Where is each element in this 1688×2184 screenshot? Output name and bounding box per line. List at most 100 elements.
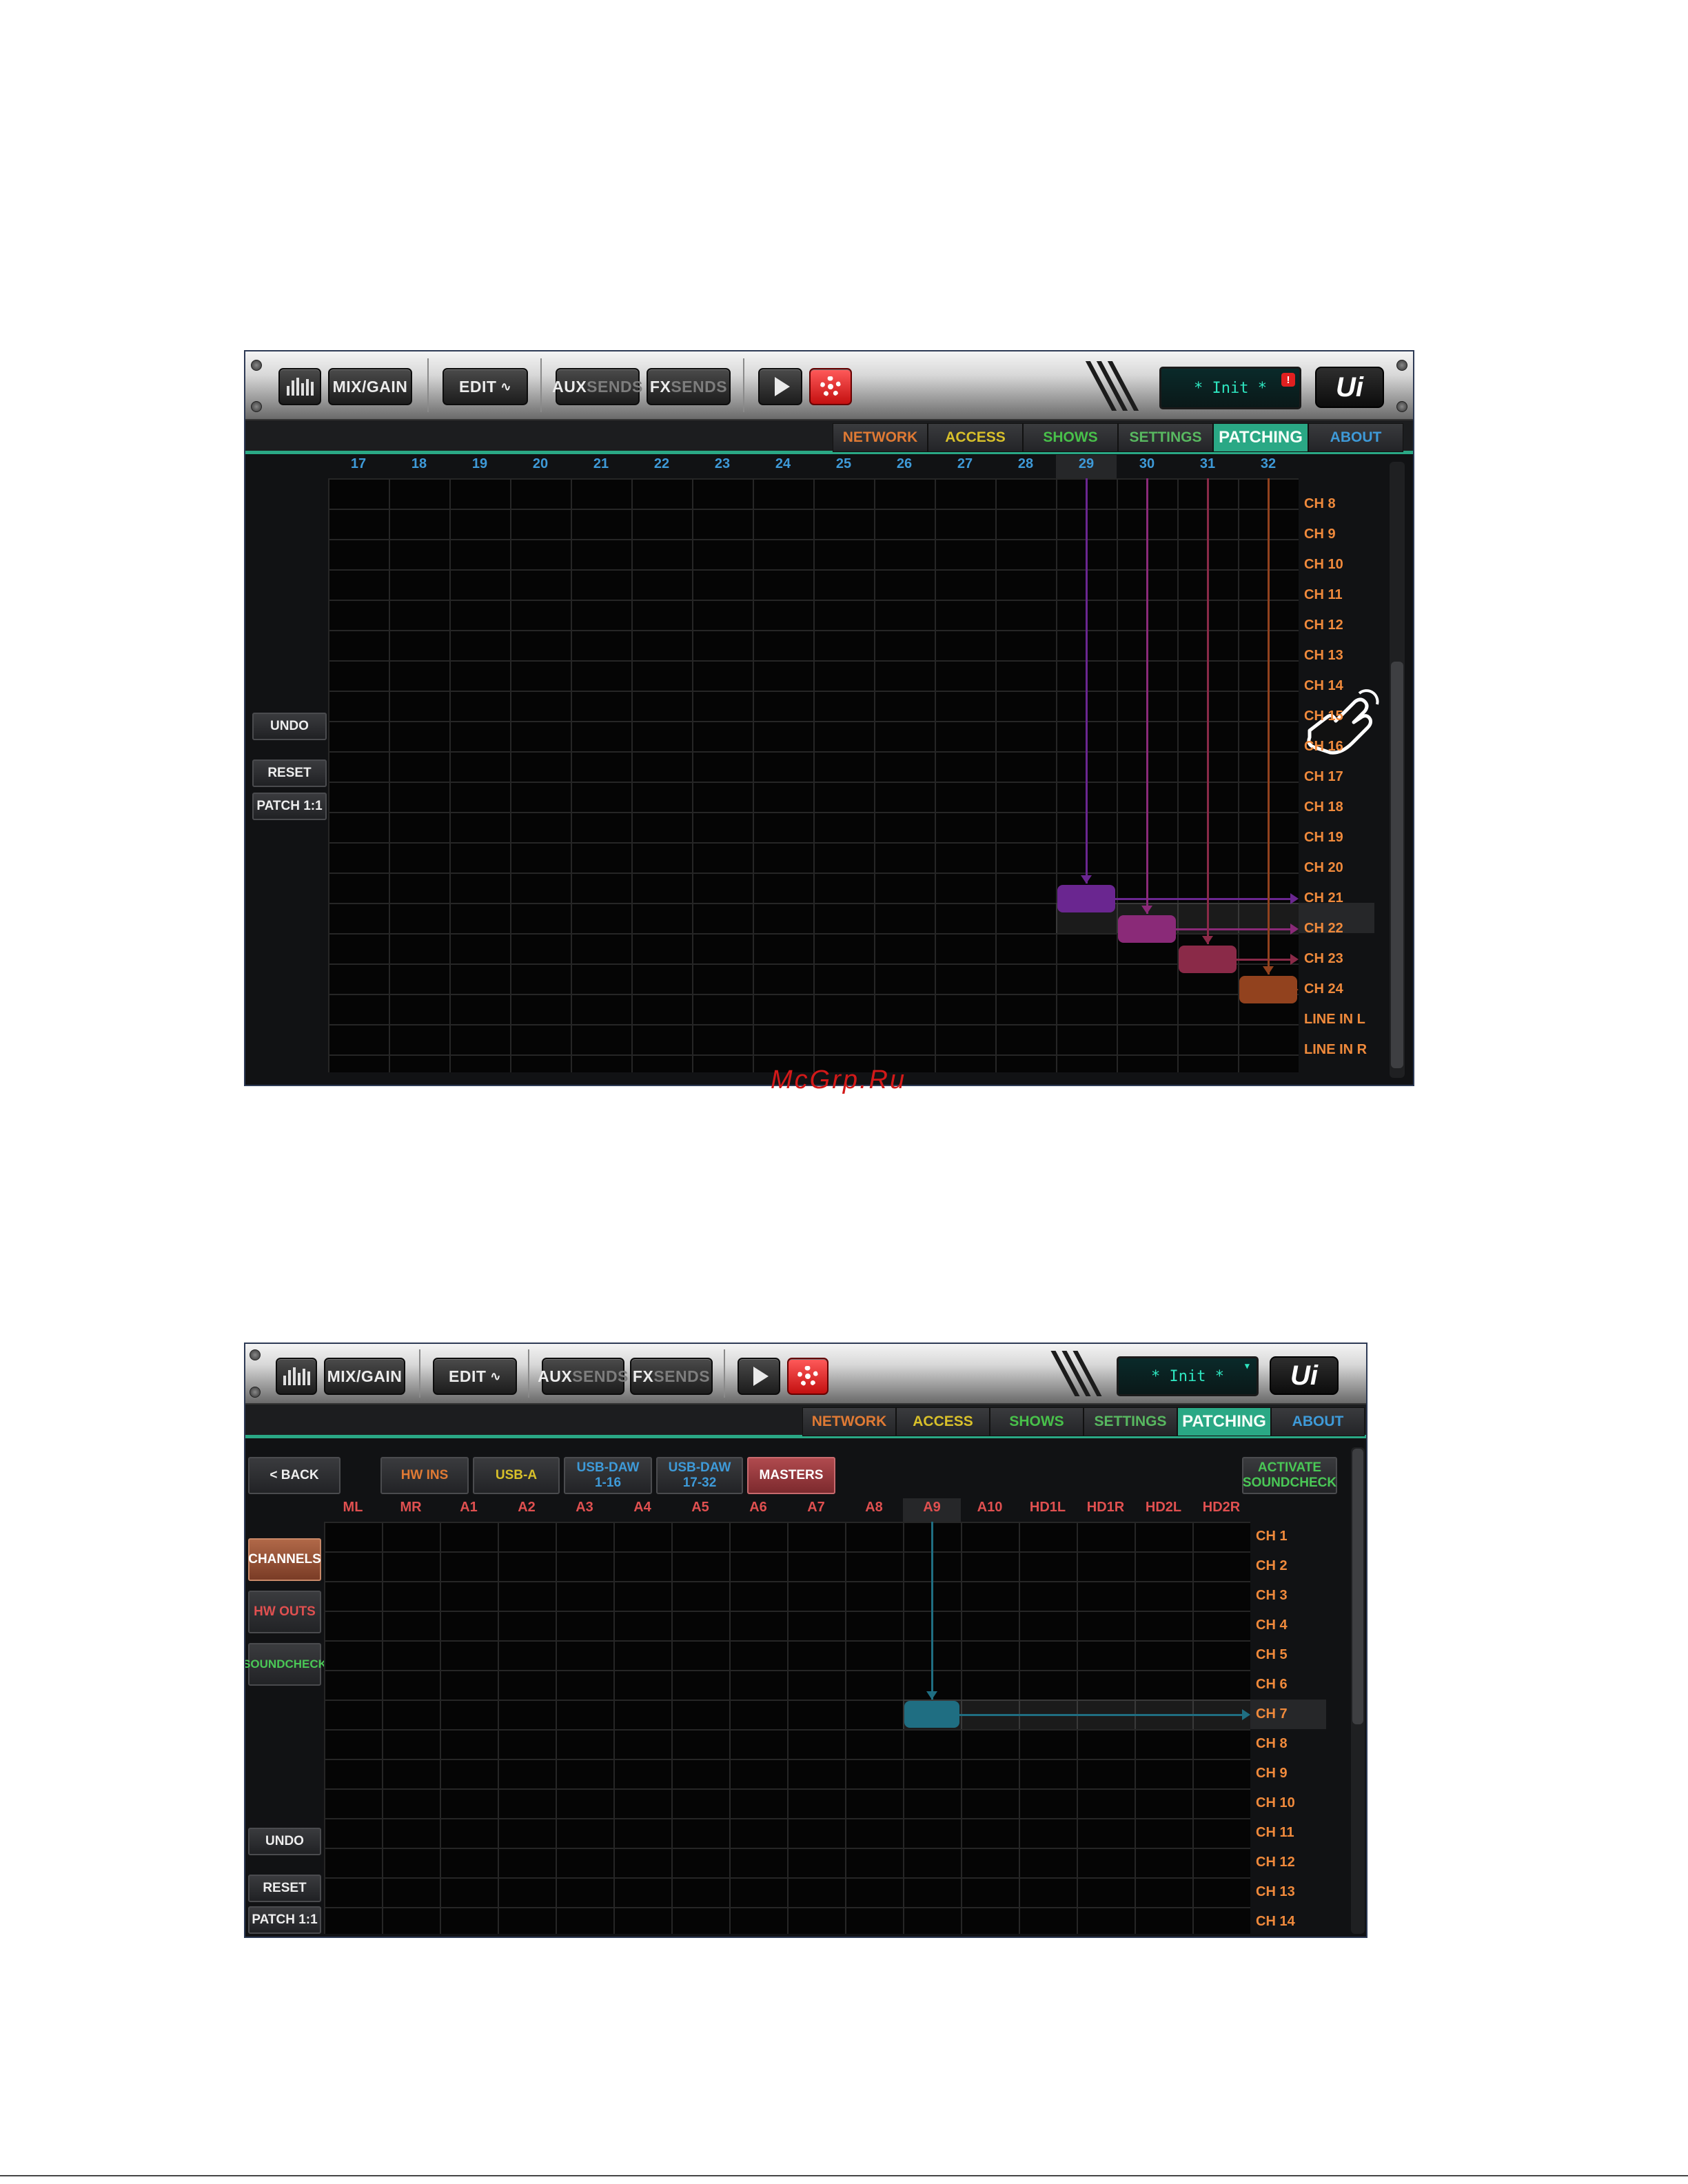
row-label[interactable]: CH 10 — [1256, 1795, 1295, 1811]
tab-settings[interactable]: SETTINGS — [1118, 423, 1213, 452]
fx-sends-button[interactable]: FX SENDS — [647, 368, 731, 405]
settings-button[interactable] — [787, 1358, 828, 1395]
tab-patching[interactable]: PATCHING — [1213, 423, 1308, 452]
show-display[interactable]: * Init * ! — [1159, 367, 1301, 409]
row-label[interactable]: CH 24 — [1304, 981, 1343, 997]
row-label[interactable]: CH 17 — [1304, 769, 1343, 785]
mix-gain-button[interactable]: MIX/GAIN — [324, 1358, 405, 1395]
tab-access[interactable]: ACCESS — [896, 1407, 990, 1436]
patch-signal-line — [1268, 478, 1270, 974]
channels-button[interactable]: CHANNELS — [248, 1538, 321, 1581]
edit-button[interactable]: EDIT ∿ — [433, 1358, 517, 1395]
patch-grid[interactable] — [328, 478, 1299, 1073]
tab-label: ABOUT — [1330, 429, 1382, 445]
source-label: HW INS — [400, 1468, 449, 1482]
soundcheck-button[interactable]: SOUNDCHECK — [245, 1643, 327, 1686]
row-label[interactable]: CH 21 — [1304, 890, 1343, 906]
column-header: A10 — [977, 1500, 1003, 1515]
row-label[interactable]: CH 10 — [1304, 557, 1343, 573]
activate-soundcheck-button[interactable]: ACTIVATE SOUNDCHECK — [1242, 1457, 1337, 1494]
row-label[interactable]: CH 11 — [1304, 587, 1343, 603]
row-label[interactable]: CH 3 — [1256, 1588, 1288, 1604]
row-label[interactable]: CH 8 — [1256, 1736, 1288, 1752]
row-label[interactable]: CH 18 — [1304, 799, 1343, 815]
row-label[interactable]: CH 13 — [1304, 648, 1343, 664]
row-label[interactable]: CH 20 — [1304, 860, 1343, 876]
row-label[interactable]: CH 12 — [1256, 1855, 1295, 1870]
source-hw-ins-button[interactable]: HW INS — [380, 1457, 469, 1494]
row-label[interactable]: CH 22 — [1304, 921, 1343, 937]
undo-button[interactable]: UNDO — [252, 713, 327, 740]
row-label[interactable]: CH 14 — [1256, 1914, 1295, 1930]
patch-1-1-button[interactable]: PATCH 1:1 — [252, 793, 327, 820]
row-label[interactable]: CH 5 — [1256, 1647, 1288, 1663]
fx-sends-button[interactable]: FX SENDS — [630, 1358, 713, 1395]
row-label[interactable]: CH 9 — [1304, 527, 1336, 542]
reset-button[interactable]: RESET — [252, 759, 327, 787]
source-usb-daw-button[interactable]: USB-DAW 1-16 — [564, 1457, 652, 1494]
row-label[interactable]: CH 6 — [1256, 1677, 1288, 1693]
row-label[interactable]: CH 11 — [1256, 1825, 1294, 1841]
patch-point[interactable] — [1057, 885, 1115, 912]
row-label[interactable]: CH 19 — [1304, 830, 1343, 846]
aux-sends-button[interactable]: AUX SENDS — [538, 1358, 628, 1395]
meters-button[interactable] — [276, 1358, 317, 1395]
reset-button[interactable]: RESET — [248, 1875, 321, 1902]
tab-access[interactable]: ACCESS — [928, 423, 1023, 452]
undo-button[interactable]: UNDO — [248, 1828, 321, 1855]
play-button[interactable] — [738, 1358, 780, 1395]
mix-gain-button[interactable]: MIX/GAIN — [328, 368, 412, 405]
row-label[interactable]: CH 16 — [1304, 739, 1343, 755]
row-label[interactable]: CH 12 — [1304, 618, 1343, 633]
vertical-scrollbar[interactable] — [1390, 462, 1405, 1078]
row-label[interactable]: LINE IN L — [1304, 1012, 1365, 1028]
row-label[interactable]: CH 2 — [1256, 1558, 1288, 1574]
ui-logo[interactable]: Ui — [1270, 1356, 1339, 1395]
settings-tabbar: NETWORK ACCESS SHOWS SETTINGS PATCHING A… — [245, 420, 1413, 454]
source-usb-daw-button[interactable]: USB-DAW 17-32 — [656, 1457, 743, 1494]
tab-shows[interactable]: SHOWS — [1023, 423, 1118, 452]
patch-1-1-button[interactable]: PATCH 1:1 — [248, 1906, 321, 1934]
row-label[interactable]: CH 14 — [1304, 678, 1343, 694]
patch-point[interactable] — [1179, 946, 1237, 973]
aux-sends-button[interactable]: AUX SENDS — [552, 368, 643, 405]
ui-logo[interactable]: Ui — [1315, 367, 1384, 408]
tab-patching[interactable]: PATCHING — [1177, 1407, 1271, 1436]
edit-button[interactable]: EDIT ∿ — [443, 368, 528, 405]
tab-settings[interactable]: SETTINGS — [1084, 1407, 1177, 1436]
arrow-down-icon — [1081, 875, 1092, 884]
row-label[interactable]: CH 13 — [1256, 1884, 1295, 1900]
row-label[interactable]: CH 7 — [1256, 1706, 1288, 1722]
back-button[interactable]: < BACK — [248, 1457, 340, 1494]
tab-network[interactable]: NETWORK — [802, 1407, 896, 1436]
row-label[interactable]: CH 4 — [1256, 1617, 1288, 1633]
row-label[interactable]: CH 1 — [1256, 1529, 1288, 1544]
row-label[interactable]: LINE IN R — [1304, 1042, 1367, 1058]
meters-button[interactable] — [278, 368, 321, 405]
tab-shows[interactable]: SHOWS — [990, 1407, 1084, 1436]
patch-point[interactable] — [1239, 976, 1297, 1003]
tab-about[interactable]: ABOUT — [1308, 423, 1403, 452]
play-icon — [753, 1367, 769, 1386]
row-label[interactable]: CH 15 — [1304, 708, 1343, 724]
tab-network[interactable]: NETWORK — [833, 423, 928, 452]
patch-point[interactable] — [904, 1701, 959, 1728]
vertical-scrollbar[interactable] — [1351, 1447, 1365, 1934]
row-label[interactable]: CH 9 — [1256, 1766, 1288, 1782]
column-header: 27 — [957, 456, 973, 471]
aux-sends-label: SENDS — [587, 377, 643, 396]
play-button[interactable] — [758, 368, 802, 405]
patch-point[interactable] — [1118, 915, 1176, 943]
hw-outs-button[interactable]: HW OUTS — [248, 1591, 321, 1633]
settings-button[interactable] — [809, 368, 852, 405]
row-label[interactable]: CH 23 — [1304, 951, 1343, 967]
source-masters-button[interactable]: MASTERS — [747, 1457, 835, 1494]
back-label: < BACK — [270, 1468, 319, 1482]
source-label: USB-A — [495, 1468, 538, 1482]
tab-about[interactable]: ABOUT — [1271, 1407, 1365, 1436]
scroll-thumb[interactable] — [1352, 1449, 1363, 1724]
show-display[interactable]: * Init * ▼ — [1117, 1356, 1259, 1396]
row-label[interactable]: CH 8 — [1304, 496, 1336, 512]
source-usb-a-button[interactable]: USB-A — [473, 1457, 560, 1494]
scroll-thumb[interactable] — [1391, 662, 1403, 1068]
